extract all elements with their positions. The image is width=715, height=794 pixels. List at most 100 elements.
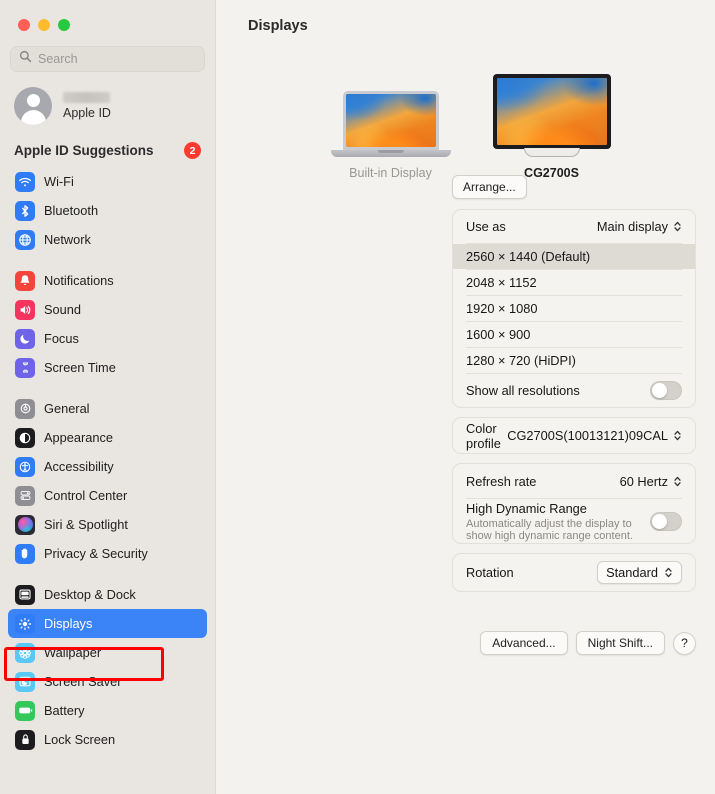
resolution-option[interactable]: 1920 × 1080 [453, 296, 695, 321]
sidebar-item-network[interactable]: Network [8, 225, 207, 254]
sidebar-item-battery[interactable]: Battery [8, 696, 207, 725]
apple-id-suggestions-header[interactable]: Apple ID Suggestions 2 [0, 128, 215, 167]
sidebar-item-label: Focus [44, 331, 79, 346]
refresh-rate-row: Refresh rate 60 Hertz [453, 464, 695, 498]
sidebar-item-label: Wi-Fi [44, 174, 74, 189]
sidebar-item-general[interactable]: General [8, 394, 207, 423]
refresh-rate-label: Refresh rate [466, 473, 537, 489]
sidebar-item-control-center[interactable]: Control Center [8, 481, 207, 510]
sidebar-item-privacy-security[interactable]: Privacy & Security [8, 539, 207, 568]
sidebar-item-siri-spotlight[interactable]: Siri & Spotlight [8, 510, 207, 539]
rotation-label: Rotation [466, 565, 514, 580]
sidebar-item-accessibility[interactable]: Accessibility [8, 452, 207, 481]
minimize-button[interactable] [38, 19, 50, 31]
window-controls [0, 0, 215, 31]
sidebar-item-label: Siri & Spotlight [44, 517, 128, 532]
color-profile-value: CG2700S(10013121)09CAL [507, 428, 668, 443]
sidebar-item-desktop-dock[interactable]: Desktop & Dock [8, 580, 207, 609]
sidebar-item-displays[interactable]: Displays [8, 609, 207, 638]
sidebar-item-bluetooth[interactable]: Bluetooth [8, 196, 207, 225]
sidebar-item-label: Bluetooth [44, 203, 99, 218]
chevron-updown-icon [673, 475, 682, 488]
wallpaper-flower-icon [15, 642, 35, 663]
display-settings-cards: Use as Main display 2560 × 1440 (Default… [433, 209, 715, 601]
sidebar-item-focus[interactable]: Focus [8, 324, 207, 353]
sidebar-item-sound[interactable]: Sound [8, 295, 207, 324]
sidebar-item-label: Screen Saver [44, 674, 122, 689]
network-globe-icon [15, 229, 35, 250]
chevron-updown-icon [673, 429, 682, 442]
apple-id-account-row[interactable]: Apple ID [0, 72, 215, 128]
bottom-buttons: Advanced... Night Shift... ? [480, 631, 696, 655]
sidebar-item-appearance[interactable]: Appearance [8, 423, 207, 452]
sidebar-item-label: Displays [44, 616, 93, 631]
hdr-toggle[interactable] [650, 511, 682, 531]
appearance-contrast-icon [15, 427, 35, 448]
sidebar-item-screen-saver[interactable]: Screen Saver [8, 667, 207, 696]
sidebar-item-label: Notifications [44, 273, 114, 288]
wifi-icon [15, 171, 35, 192]
display-label: Built-in Display [349, 166, 432, 180]
close-button[interactable] [18, 19, 30, 31]
use-as-value: Main display [596, 219, 668, 234]
use-as-label: Use as [466, 219, 506, 234]
help-button[interactable]: ? [673, 631, 696, 655]
color-profile-popup[interactable]: CG2700S(10013121)09CAL [507, 428, 682, 443]
laptop-display-icon [342, 91, 439, 151]
sidebar-item-label: Network [44, 232, 91, 247]
sidebar-item-label: Control Center [44, 488, 128, 503]
sidebar-item-label: Privacy & Security [44, 546, 148, 561]
chevron-updown-icon [664, 566, 673, 579]
color-profile-card: Color profile CG2700S(10013121)09CAL [452, 417, 696, 454]
display-option-built-in[interactable]: Built-in Display [330, 91, 451, 180]
hdr-label: High Dynamic Range [466, 500, 587, 516]
bluetooth-icon [15, 200, 35, 221]
sidebar-item-notifications[interactable]: Notifications [8, 266, 207, 295]
lock-screen-icon [15, 729, 35, 750]
resolution-list[interactable]: 2560 × 1440 (Default) 2048 × 1152 1920 ×… [453, 244, 695, 373]
notifications-bell-icon [15, 270, 35, 291]
refresh-rate-popup[interactable]: 60 Hertz [620, 474, 682, 489]
general-gear-icon [15, 398, 35, 419]
night-shift-button[interactable]: Night Shift... [575, 631, 665, 655]
sidebar-item-lock-screen[interactable]: Lock Screen [8, 725, 207, 754]
refresh-rate-value: 60 Hertz [619, 473, 668, 489]
rotation-popup[interactable]: Standard [597, 561, 682, 584]
page-title: Displays [248, 18, 308, 34]
displays-brightness-icon [15, 613, 35, 634]
chevron-updown-icon [673, 220, 682, 233]
refresh-hdr-card: Refresh rate 60 Hertz High Dynamic Range [452, 463, 696, 544]
resolution-card: Use as Main display 2560 × 1440 (Default… [452, 209, 696, 408]
screen-time-hourglass-icon [15, 357, 35, 378]
resolution-option[interactable]: 2048 × 1152 [453, 270, 695, 295]
resolution-option[interactable]: 1600 × 900 [453, 322, 695, 347]
control-center-icon [15, 485, 35, 506]
display-option-cg2700s[interactable]: CG2700S [492, 74, 611, 180]
search-field[interactable] [10, 46, 205, 72]
privacy-hand-icon [15, 543, 35, 564]
sidebar-item-label: Sound [44, 302, 82, 317]
advanced-button[interactable]: Advanced... [480, 631, 568, 655]
desktop-dock-icon [15, 584, 35, 605]
zoom-button[interactable] [58, 19, 70, 31]
use-as-popup[interactable]: Main display [597, 219, 682, 234]
sidebar-item-screen-time[interactable]: Screen Time [8, 353, 207, 382]
sidebar-item-label: Screen Time [44, 360, 116, 375]
resolution-option[interactable]: 2560 × 1440 (Default) [453, 244, 695, 269]
account-name-redacted [63, 92, 110, 103]
hdr-row: High Dynamic Range Automatically adjust … [453, 499, 695, 543]
sidebar-item-wallpaper[interactable]: Wallpaper [8, 638, 207, 667]
arrange-button[interactable]: Arrange... [452, 175, 527, 199]
sidebar-item-label: Lock Screen [44, 732, 116, 747]
display-picker: Built-in Display CG2700S [216, 60, 715, 180]
accessibility-person-icon [15, 456, 35, 477]
sidebar-nav: Wi-Fi Bluetooth Network Notifications So… [0, 167, 215, 754]
sidebar-item-label: Battery [44, 703, 85, 718]
search-input[interactable] [38, 52, 196, 66]
show-all-resolutions-toggle[interactable] [650, 381, 682, 400]
avatar [14, 87, 52, 125]
sidebar-item-wifi[interactable]: Wi-Fi [8, 167, 207, 196]
resolution-option[interactable]: 1280 × 720 (HiDPI) [453, 348, 695, 373]
color-profile-row: Color profile CG2700S(10013121)09CAL [453, 418, 695, 453]
screen-saver-icon [15, 671, 35, 692]
